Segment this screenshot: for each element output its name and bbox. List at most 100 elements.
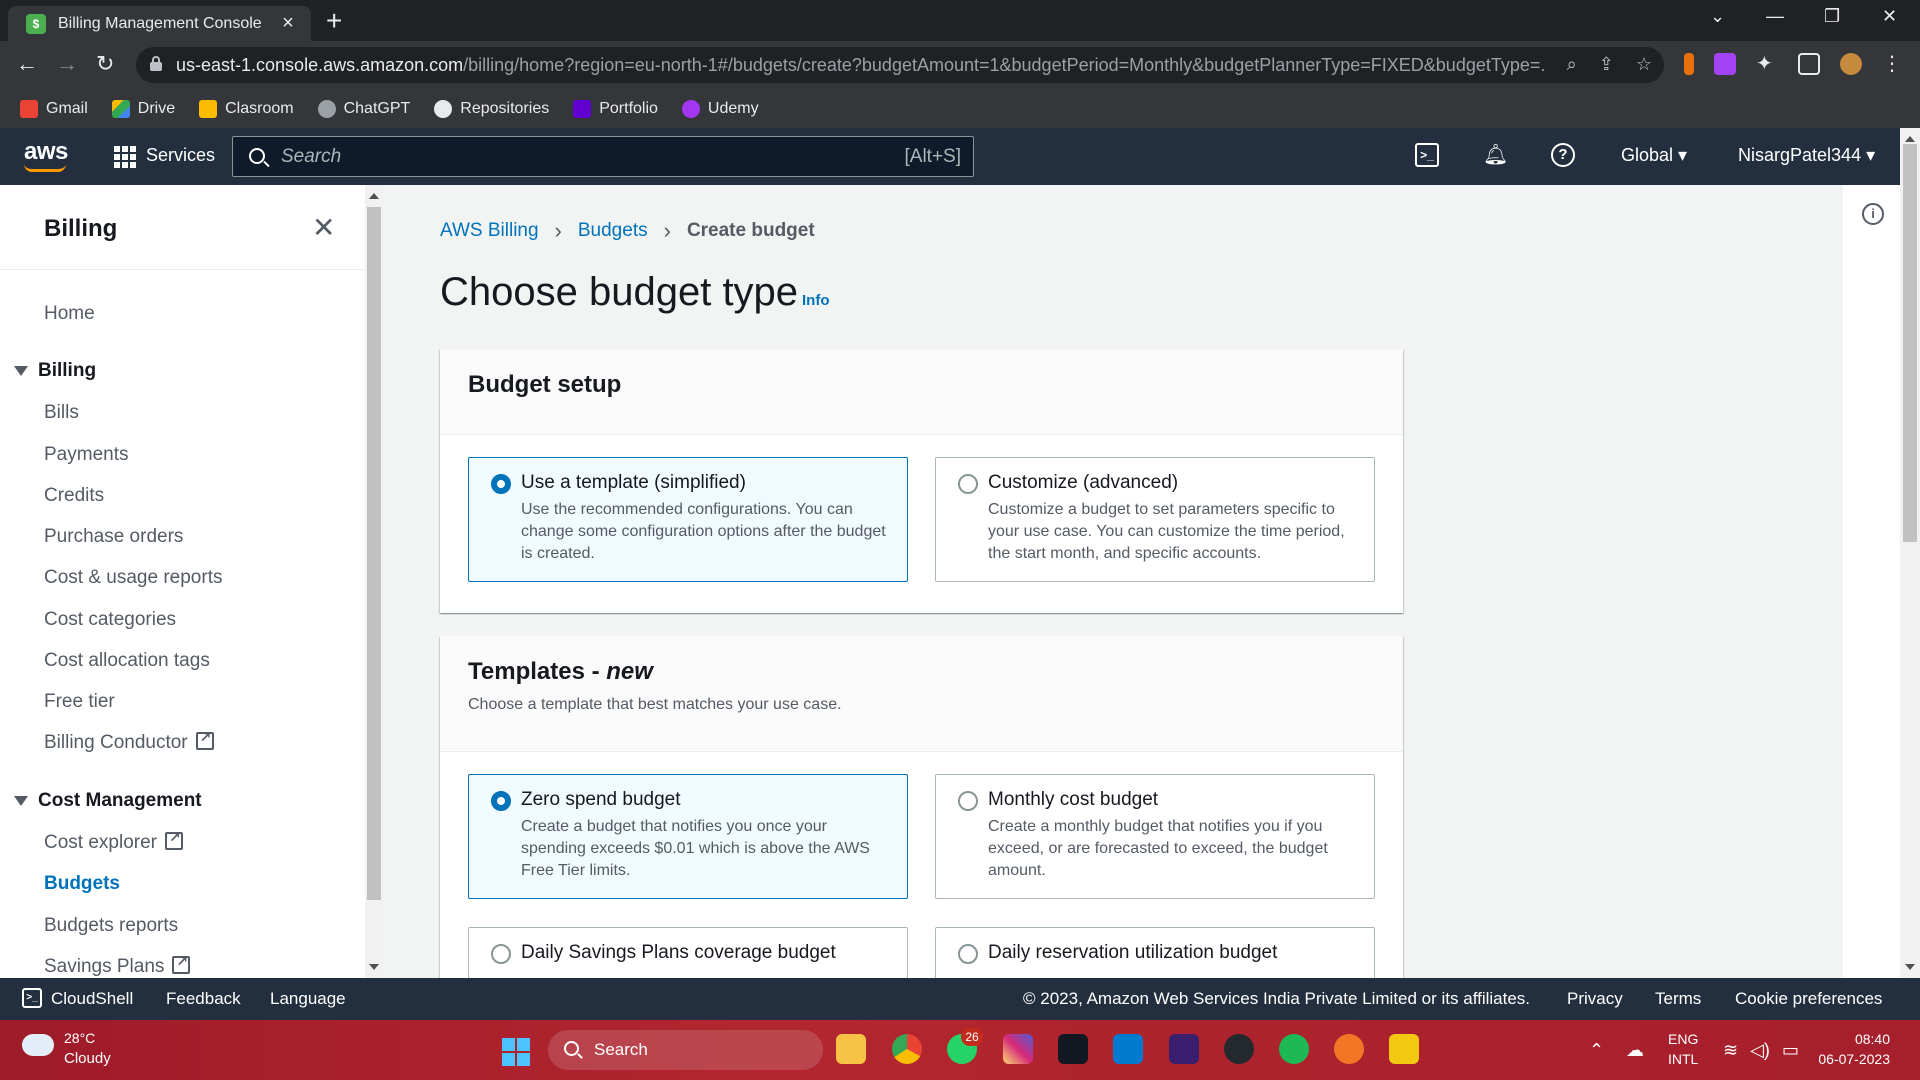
lock-icon[interactable]	[150, 56, 162, 71]
spotify-icon[interactable]	[1279, 1034, 1309, 1064]
main-scroll-thumb[interactable]	[1903, 144, 1917, 542]
bookmark-chatgpt[interactable]: ChatGPT	[317, 100, 410, 118]
tab-search-chevron-icon[interactable]: ⌄	[1710, 6, 1725, 27]
app-purple-icon[interactable]	[1169, 1034, 1199, 1064]
sidenav-scrollbar[interactable]	[365, 185, 383, 978]
option-customize[interactable]: Customize (advanced) Customize a budget …	[935, 457, 1375, 582]
nav-item-bills[interactable]: Bills	[44, 402, 79, 424]
radio-zero-spend[interactable]	[491, 791, 511, 811]
zoom-icon[interactable]: ⌕	[1567, 54, 1577, 75]
nav-item-cost-categories[interactable]: Cost categories	[44, 609, 176, 631]
radio-use-template[interactable]	[491, 474, 511, 494]
chrome-icon[interactable]	[892, 1034, 922, 1064]
footer-privacy[interactable]: Privacy	[1567, 989, 1623, 1009]
option-zero-spend-budget[interactable]: Zero spend budget Create a budget that n…	[468, 774, 908, 899]
bookmark-drive[interactable]: Drive	[111, 100, 175, 118]
account-menu[interactable]: NisargPatel344 ▾	[1738, 145, 1875, 166]
onedrive-cloud-icon[interactable]: ☁	[1626, 1040, 1644, 1061]
scroll-down-icon[interactable]	[369, 964, 379, 970]
clock-date[interactable]: 06-07-2023	[1810, 1051, 1890, 1067]
instagram-icon[interactable]	[1003, 1034, 1033, 1064]
clock-time[interactable]: 08:40	[1830, 1031, 1890, 1047]
tray-expand-chevron-icon[interactable]: ⌃	[1589, 1040, 1604, 1061]
radio-monthly-cost[interactable]	[958, 791, 978, 811]
language-intl[interactable]: INTL	[1668, 1051, 1698, 1067]
battery-icon[interactable]: ▭	[1782, 1040, 1799, 1061]
radio-customize[interactable]	[958, 474, 978, 494]
bookmark-portfolio[interactable]: Portfolio	[573, 100, 658, 118]
aws-logo[interactable]: aws	[24, 138, 68, 166]
tradingview-icon[interactable]	[1058, 1034, 1088, 1064]
option-monthly-cost-budget[interactable]: Monthly cost budget Create a monthly bud…	[935, 774, 1375, 899]
address-bar[interactable]: us-east-1.console.aws.amazon.com/billing…	[136, 47, 1664, 83]
radio-daily-reservation[interactable]	[958, 944, 978, 964]
radio-daily-savings-plans[interactable]	[491, 944, 511, 964]
cloudshell-icon[interactable]: >_	[22, 988, 42, 1008]
restore-icon[interactable]: ❐	[1824, 6, 1840, 27]
cloud-icon[interactable]	[22, 1034, 54, 1056]
nav-item-purchase-orders[interactable]: Purchase orders	[44, 526, 183, 548]
scroll-up-icon[interactable]	[1905, 136, 1915, 142]
footer-cloudshell[interactable]: CloudShell	[51, 989, 133, 1009]
cloudshell-icon[interactable]: >_	[1415, 143, 1439, 167]
footer-cookie-preferences[interactable]: Cookie preferences	[1735, 989, 1882, 1009]
region-selector[interactable]: Global ▾	[1621, 145, 1687, 166]
help-icon[interactable]: ?	[1551, 143, 1575, 167]
nav-item-budgets[interactable]: Budgets	[44, 873, 120, 895]
breadcrumb-budgets[interactable]: Budgets	[578, 220, 648, 242]
services-grid-icon[interactable]	[114, 146, 136, 168]
services-menu[interactable]: Services	[146, 145, 215, 166]
bookmark-gmail[interactable]: Gmail	[20, 100, 88, 118]
option-daily-savings-plans-coverage[interactable]: Daily Savings Plans coverage budget	[468, 927, 908, 978]
aws-search-input[interactable]	[281, 145, 905, 168]
nav-item-cost-explorer[interactable]: Cost explorer	[44, 829, 183, 854]
new-tab-icon[interactable]: +	[326, 6, 342, 36]
aws-search-box[interactable]: [Alt+S]	[232, 136, 974, 177]
nav-item-billing-conductor[interactable]: Billing Conductor	[44, 729, 214, 754]
file-explorer-icon[interactable]	[836, 1034, 866, 1064]
wifi-icon[interactable]: ≋	[1723, 1040, 1738, 1061]
side-panel-icon[interactable]	[1798, 53, 1820, 75]
share-icon[interactable]: ⇪	[1599, 54, 1614, 75]
browser-menu-icon[interactable]: ⋮	[1882, 53, 1902, 75]
info-link[interactable]: Info	[802, 292, 830, 309]
bookmark-udemy[interactable]: Udemy	[681, 100, 759, 118]
extensions-puzzle-icon[interactable]: ✦	[1756, 53, 1778, 75]
volume-icon[interactable]: ◁)	[1750, 1040, 1770, 1061]
extension-purple-icon[interactable]	[1714, 53, 1736, 75]
footer-feedback[interactable]: Feedback	[166, 989, 241, 1009]
close-nav-icon[interactable]: ✕	[312, 211, 335, 244]
nav-item-home[interactable]: Home	[44, 303, 95, 325]
main-scrollbar[interactable]	[1900, 128, 1920, 978]
footer-language[interactable]: Language	[270, 989, 346, 1009]
tab-close-icon[interactable]: ×	[277, 12, 299, 35]
sidenav-scroll-thumb[interactable]	[367, 207, 381, 900]
nav-item-savings-plans[interactable]: Savings Plans	[44, 953, 191, 978]
nav-item-cost-usage-reports[interactable]: Cost & usage reports	[44, 567, 222, 589]
windows-start-icon[interactable]	[502, 1038, 530, 1066]
github-icon[interactable]	[1224, 1034, 1254, 1064]
notifications-bell-icon[interactable]: 🔔︎	[1483, 143, 1508, 167]
bookmark-repositories[interactable]: Repositories	[434, 100, 549, 118]
nav-section-billing[interactable]: Billing	[14, 360, 96, 382]
extension-orange-icon[interactable]	[1684, 53, 1694, 75]
nav-item-cost-allocation-tags[interactable]: Cost allocation tags	[44, 650, 210, 672]
profile-avatar[interactable]	[1840, 53, 1862, 75]
powerbi-icon[interactable]	[1389, 1034, 1419, 1064]
option-daily-reservation-utilization[interactable]: Daily reservation utilization budget	[935, 927, 1375, 978]
scroll-down-icon[interactable]	[1905, 964, 1915, 970]
forward-icon[interactable]: →	[56, 51, 78, 77]
footer-terms[interactable]: Terms	[1655, 989, 1701, 1009]
language-eng[interactable]: ENG	[1668, 1031, 1698, 1047]
jupyter-icon[interactable]	[1334, 1034, 1364, 1064]
browser-tab[interactable]: $ Billing Management Console ×	[8, 6, 311, 41]
minimize-icon[interactable]: —	[1766, 6, 1784, 27]
nav-item-budgets-reports[interactable]: Budgets reports	[44, 915, 178, 937]
reload-icon[interactable]: ↻	[96, 51, 114, 77]
bookmark-classroom[interactable]: Clasroom	[199, 100, 294, 118]
option-use-template[interactable]: Use a template (simplified) Use the reco…	[468, 457, 908, 582]
info-panel-icon[interactable]: i	[1862, 203, 1884, 225]
scroll-up-icon[interactable]	[369, 193, 379, 199]
breadcrumb-aws-billing[interactable]: AWS Billing	[440, 220, 539, 242]
vscode-icon[interactable]	[1113, 1034, 1143, 1064]
